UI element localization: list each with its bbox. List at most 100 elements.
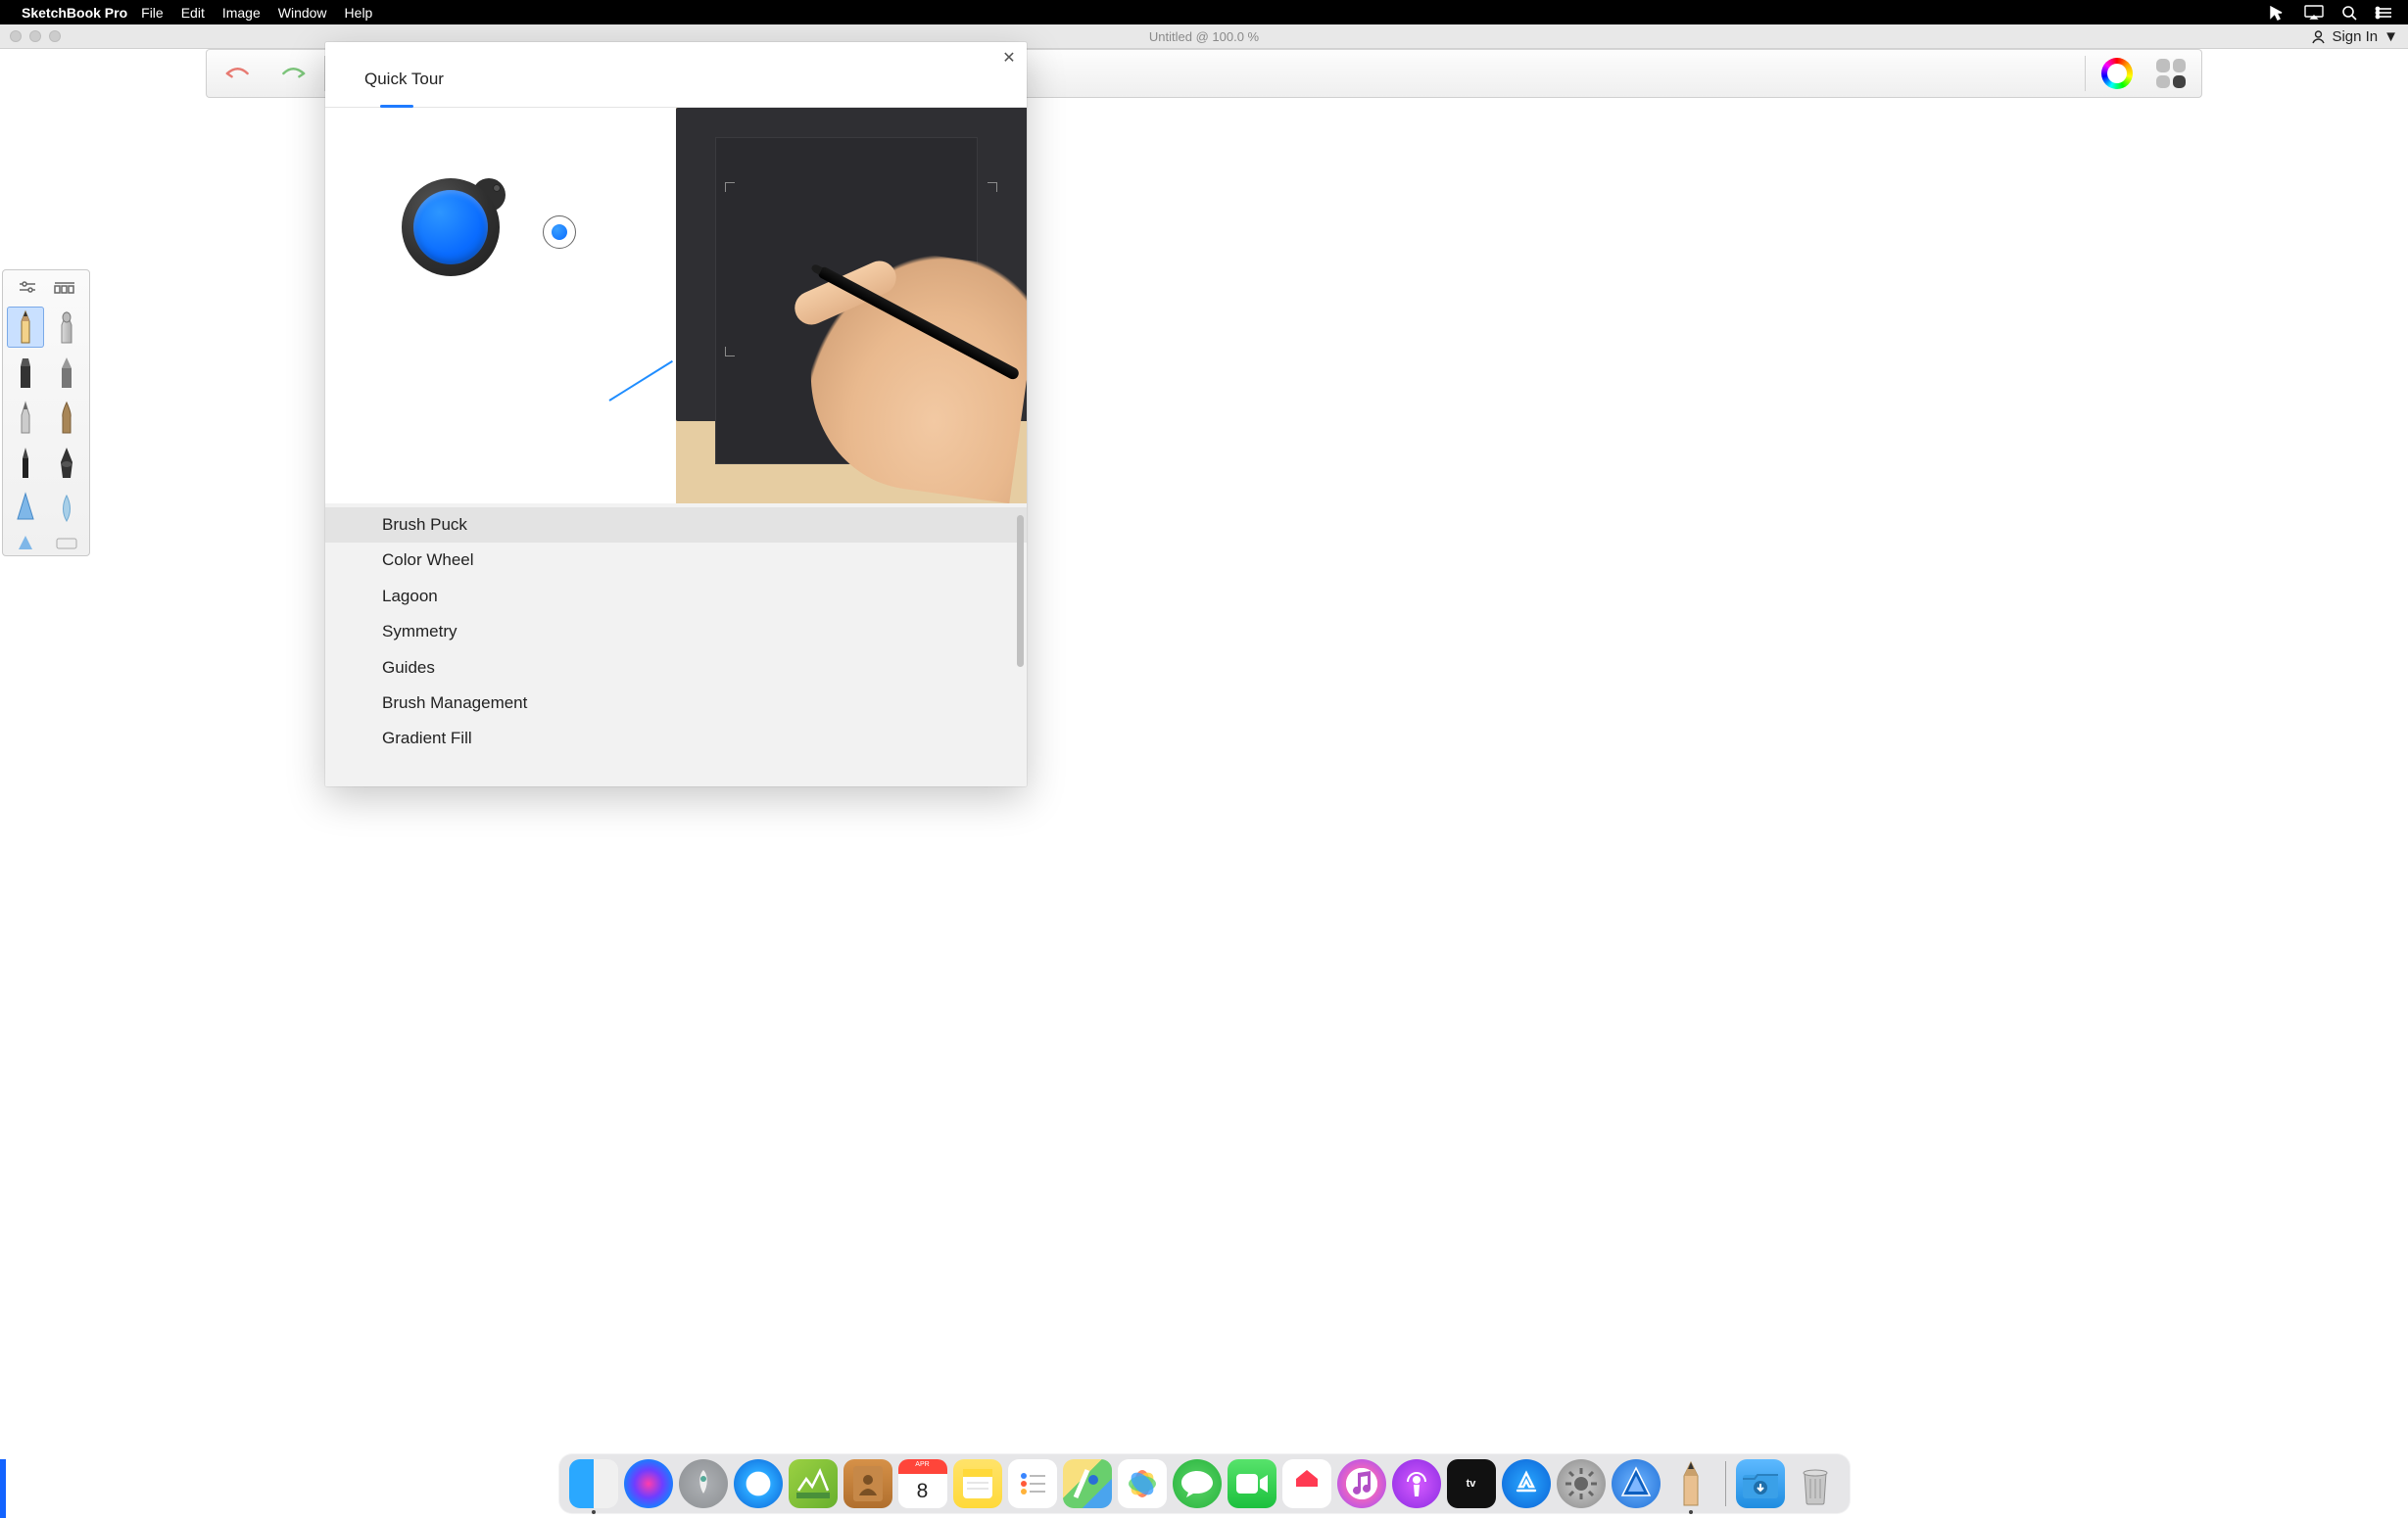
sketchbook-window: Untitled @ 100.0 % Sign In ▼ (0, 24, 2408, 1518)
chisel-icon (54, 355, 79, 390)
dock-tv[interactable]: tv (1447, 1459, 1496, 1508)
menubar-image[interactable]: Image (222, 5, 261, 21)
close-button[interactable]: ✕ (999, 48, 1019, 68)
brush-smudge[interactable] (48, 487, 85, 528)
dock-news[interactable] (1282, 1459, 1331, 1508)
photos-icon (1122, 1463, 1163, 1504)
redo-arrow-icon (277, 66, 309, 81)
pencil-icon (13, 309, 38, 345)
redo-button[interactable] (267, 55, 318, 92)
brush-settings-icon[interactable] (18, 280, 37, 299)
panels-layout-button[interactable] (2146, 55, 2195, 92)
quick-tour-media (325, 108, 1027, 503)
brush-ballpoint[interactable] (7, 397, 44, 438)
dock-messages[interactable] (1173, 1459, 1222, 1508)
assistive-cursor-icon[interactable] (2269, 5, 2287, 21)
brush-palette[interactable] (2, 269, 90, 556)
brush-airbrush[interactable] (48, 307, 85, 348)
brush-library-icon[interactable] (54, 280, 75, 299)
color-wheel-button[interactable] (2092, 55, 2143, 92)
brush-eraser[interactable] (48, 532, 85, 553)
dock-calendar[interactable]: APR 8 (898, 1459, 947, 1508)
dock-contacts[interactable] (843, 1459, 892, 1508)
dock-podcasts[interactable] (1392, 1459, 1441, 1508)
dock-trash[interactable] (1791, 1459, 1840, 1508)
dock-safari[interactable] (734, 1459, 783, 1508)
dock-music[interactable] (1337, 1459, 1386, 1508)
apple-tv-icon: tv (1467, 1478, 1476, 1490)
quick-tour-modal: ✕ Quick Tour (325, 42, 1027, 786)
ink-icon (54, 445, 79, 480)
activity-icon (793, 1463, 834, 1504)
dock: APR 8 (0, 1453, 2408, 1514)
dock-activity-monitor[interactable] (789, 1459, 838, 1508)
dock-reminders[interactable] (1008, 1459, 1057, 1508)
quick-tour-list: Brush Puck Color Wheel Lagoon Symmetry G… (325, 503, 1027, 786)
spotlight-search-icon[interactable] (2341, 5, 2357, 21)
undo-arrow-icon (222, 66, 254, 81)
facetime-icon (1233, 1470, 1271, 1497)
dock-xcode[interactable] (1612, 1459, 1661, 1508)
menubar-edit[interactable]: Edit (181, 5, 205, 21)
calendar-month: APR (898, 1459, 947, 1474)
dock-maps[interactable] (1063, 1459, 1112, 1508)
tour-item-gradient-fill[interactable]: Gradient Fill (325, 721, 1027, 756)
dock-notes[interactable] (953, 1459, 1002, 1508)
brush-brushpen[interactable] (48, 397, 85, 438)
trash-icon (1797, 1461, 1834, 1506)
xcode-icon (1616, 1464, 1656, 1503)
dock-sketchbook[interactable] (1666, 1459, 1715, 1508)
compass-icon (742, 1467, 775, 1500)
tour-item-symmetry[interactable]: Symmetry (325, 614, 1027, 649)
undo-button[interactable] (213, 55, 264, 92)
brush-ink[interactable] (48, 442, 85, 483)
panels-layout-icon (2156, 59, 2186, 88)
close-icon: ✕ (1002, 48, 1015, 68)
tour-item-lagoon[interactable]: Lagoon (325, 579, 1027, 614)
rocket-icon (684, 1464, 723, 1503)
dock-siri[interactable] (624, 1459, 673, 1508)
tour-item-brush-management[interactable]: Brush Management (325, 686, 1027, 721)
tour-item-guides[interactable]: Guides (325, 650, 1027, 686)
color-wheel-icon (2101, 58, 2133, 89)
menubar-window[interactable]: Window (278, 5, 327, 21)
brush-marker[interactable] (7, 352, 44, 393)
brush-fine-liner[interactable] (7, 442, 44, 483)
news-icon (1288, 1465, 1325, 1502)
dock-launchpad[interactable] (679, 1459, 728, 1508)
podcasts-icon (1400, 1467, 1433, 1500)
quick-tour-list-scroll[interactable]: Brush Puck Color Wheel Lagoon Symmetry G… (325, 503, 1027, 786)
menubar-help[interactable]: Help (345, 5, 373, 21)
menubar-file[interactable]: File (141, 5, 164, 21)
brush-chisel[interactable] (48, 352, 85, 393)
brush-pencil[interactable] (7, 307, 44, 348)
tour-item-color-wheel[interactable]: Color Wheel (325, 543, 1027, 578)
dock-photos[interactable] (1118, 1459, 1167, 1508)
screen-mirroring-icon[interactable] (2304, 5, 2324, 20)
contacts-icon (850, 1463, 886, 1504)
fine-liner-icon (13, 445, 38, 480)
maps-icon (1066, 1462, 1109, 1505)
macos-menubar: SketchBook Pro File Edit Image Window He… (0, 0, 2408, 24)
reminders-icon (1013, 1464, 1052, 1503)
dock-facetime[interactable] (1228, 1459, 1276, 1508)
music-note-icon (1349, 1469, 1374, 1498)
scrollbar-thumb[interactable] (1017, 515, 1024, 667)
gear-icon (1564, 1466, 1599, 1501)
airbrush-icon (54, 309, 79, 345)
menubar-app-name[interactable]: SketchBook Pro (22, 5, 127, 21)
color-puck-icon (543, 215, 576, 249)
brush-puck-illustration (325, 108, 676, 503)
brush-paint[interactable] (7, 487, 44, 528)
dock-downloads[interactable] (1736, 1459, 1785, 1508)
control-center-icon[interactable] (2375, 6, 2392, 20)
dock-finder[interactable] (569, 1459, 618, 1508)
tour-item-brush-puck[interactable]: Brush Puck (325, 507, 1027, 543)
dock-app-store[interactable] (1502, 1459, 1551, 1508)
dock-system-preferences[interactable] (1557, 1459, 1606, 1508)
brush-synthetic[interactable] (7, 532, 44, 553)
brushpen-icon (54, 400, 79, 435)
quick-tour-header: Quick Tour (325, 42, 1027, 108)
calendar-day: 8 (898, 1474, 947, 1508)
tablet-demo-video (676, 108, 1027, 503)
